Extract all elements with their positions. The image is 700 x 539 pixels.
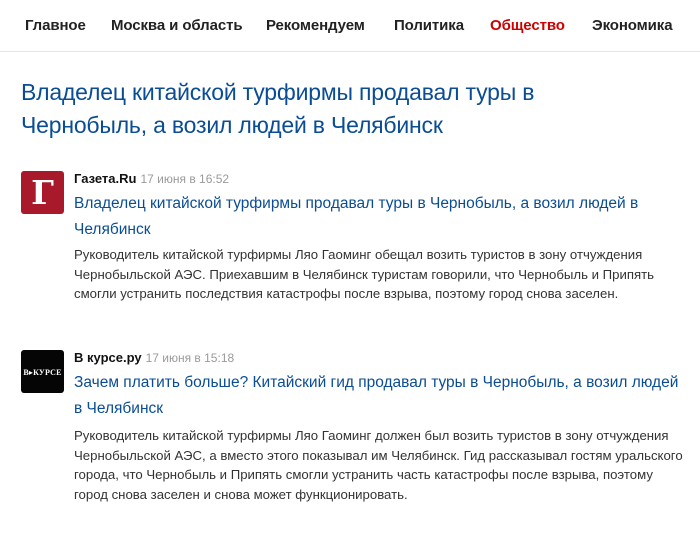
vkurse-logo[interactable]: В▸КУРСЕ (21, 350, 64, 393)
source-meta: Газета.Ru 17 июня в 16:52 (74, 171, 229, 186)
article-snippet: Руководитель китайской турфирмы Ляо Гаом… (74, 247, 655, 302)
article-snippet: Руководитель китайской турфирмы Ляо Гаом… (74, 428, 683, 502)
logo-text: В▸КУРСЕ (23, 367, 62, 377)
article-title-link[interactable]: Владелец китайской турфирмы продавал тур… (74, 191, 686, 243)
source-name[interactable]: В курсе.ру (74, 350, 142, 365)
nav-item-moscow-region[interactable]: Москва и область (111, 17, 243, 34)
gazeta-ru-logo[interactable]: Г (21, 171, 64, 214)
source-meta: В курсе.ру 17 июня в 15:18 (74, 350, 234, 365)
story-headline: Владелец китайской турфирмы продавал тур… (21, 79, 535, 138)
nav-item-main[interactable]: Главное (25, 17, 86, 34)
source-name[interactable]: Газета.Ru (74, 171, 136, 186)
top-navigation: Главное Москва и область Рекомендуем Пол… (0, 0, 700, 52)
nav-item-economy[interactable]: Экономика (592, 17, 673, 34)
publish-time: 17 июня в 16:52 (140, 172, 230, 186)
publish-time: 17 июня в 15:18 (145, 351, 235, 365)
logo-letter: Г (31, 173, 54, 212)
nav-item-society[interactable]: Общество (490, 17, 565, 34)
nav-item-recommended[interactable]: Рекомендуем (266, 17, 365, 34)
article-title-link[interactable]: Зачем платить больше? Китайский гид прод… (74, 370, 686, 422)
nav-item-politics[interactable]: Политика (394, 17, 464, 34)
